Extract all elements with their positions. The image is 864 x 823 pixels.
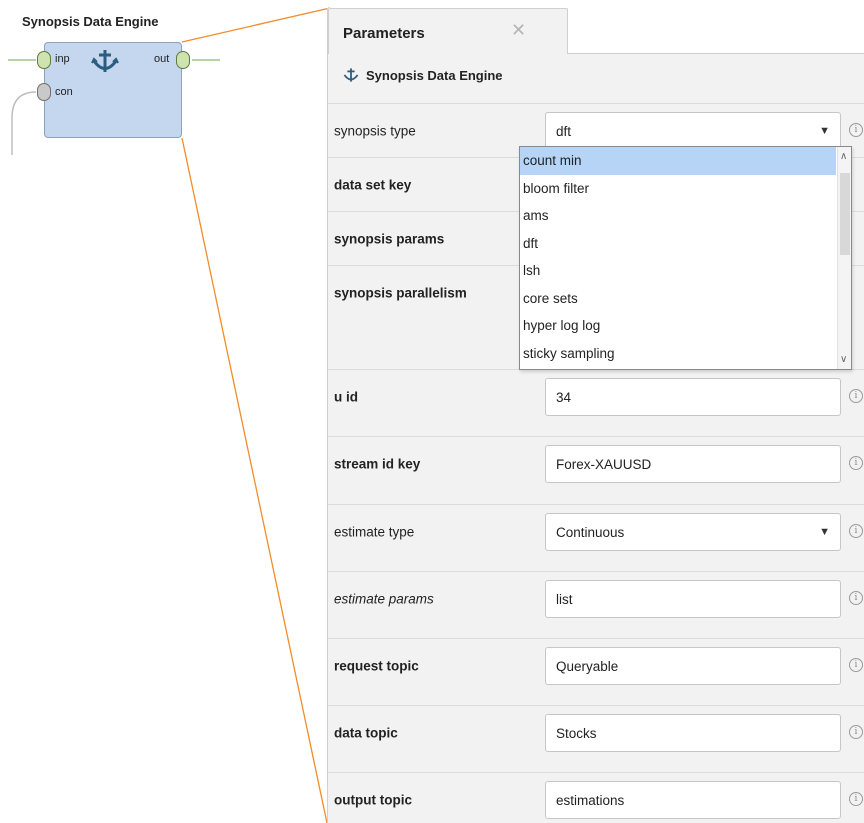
anchor-split-icon xyxy=(91,50,119,72)
input-port[interactable] xyxy=(37,51,51,69)
select-value: Continuous xyxy=(556,524,625,540)
param-label: output topic xyxy=(334,792,412,807)
tab-parameters-label: Parameters xyxy=(343,25,425,42)
con-wire xyxy=(11,91,37,155)
param-label: synopsis parallelism xyxy=(334,285,467,300)
param-label: stream id key xyxy=(334,456,421,471)
dropdown-option[interactable]: count min xyxy=(520,147,836,175)
estimate-type-select[interactable]: Continuous ▼ xyxy=(545,513,841,551)
param-row-output-topic: output topic estimations i xyxy=(328,772,864,823)
param-row-data-topic: data topic Stocks i xyxy=(328,705,864,759)
dropdown-option[interactable]: core sets xyxy=(520,285,836,313)
param-label: synopsis type xyxy=(334,123,416,138)
app-root: Synopsis Data Engine inp out con Paramet… xyxy=(0,0,864,823)
param-label: synopsis params xyxy=(334,231,445,246)
request-topic-input[interactable]: Queryable xyxy=(545,647,841,685)
info-icon[interactable]: i xyxy=(849,725,863,739)
dropdown-scrollbar[interactable]: ∧ ∨ xyxy=(837,147,851,369)
info-icon[interactable]: i xyxy=(849,591,863,605)
scroll-down-icon[interactable]: ∨ xyxy=(840,354,847,365)
dropdown-option[interactable]: ams xyxy=(520,202,836,230)
tab-strip xyxy=(568,8,864,54)
parameters-panel: Parameters ✕ Synopsis Data Engine synops… xyxy=(327,8,864,823)
output-port[interactable] xyxy=(176,51,190,69)
param-label: data topic xyxy=(334,725,398,740)
input-port-label: inp xyxy=(55,53,70,65)
param-row-estimate-params: estimate params list i xyxy=(328,571,864,625)
info-icon[interactable]: i xyxy=(849,658,863,672)
dropdown-option[interactable]: sticky sampling xyxy=(520,340,836,368)
param-label: estimate params xyxy=(334,591,434,606)
param-label: estimate type xyxy=(334,524,415,539)
scrollbar-thumb[interactable] xyxy=(840,173,850,255)
info-icon[interactable]: i xyxy=(849,524,863,538)
operator-header-label: Synopsis Data Engine xyxy=(366,67,503,83)
anchor-split-icon xyxy=(343,68,359,82)
info-icon[interactable]: i xyxy=(849,389,863,403)
param-label: u id xyxy=(334,389,358,404)
operator-title: Synopsis Data Engine xyxy=(22,14,159,29)
zoom-link-top xyxy=(181,7,331,43)
caret-down-icon: ▼ xyxy=(819,125,830,137)
dropdown-option[interactable]: bloom filter xyxy=(520,175,836,203)
param-row-u-id: u id 34 i xyxy=(328,369,864,423)
info-icon[interactable]: i xyxy=(849,123,863,137)
dropdown-option[interactable]: lsh xyxy=(520,257,836,285)
connection-port[interactable] xyxy=(37,83,51,101)
tab-parameters[interactable]: Parameters ✕ xyxy=(328,8,568,54)
output-port-label: out xyxy=(154,53,170,65)
zoom-link-bottom xyxy=(181,137,328,823)
connection-port-label: con xyxy=(55,86,73,98)
param-row-estimate-type: estimate type Continuous ▼ i xyxy=(328,504,864,558)
param-label: data set key xyxy=(334,177,412,192)
dropdown-option[interactable]: dft xyxy=(520,230,836,258)
param-row-stream-id-key: stream id key Forex-XAUUSD i xyxy=(328,436,864,490)
synopsis-type-select[interactable]: dft ▼ xyxy=(545,112,841,150)
caret-down-icon: ▼ xyxy=(819,526,830,538)
dropdown-option[interactable]: hyper log log xyxy=(520,312,836,340)
operator-header: Synopsis Data Engine xyxy=(342,66,503,84)
close-icon[interactable]: ✕ xyxy=(511,20,526,41)
param-row-request-topic: request topic Queryable i xyxy=(328,638,864,692)
synopsis-type-dropdown-list[interactable]: count min bloom filter ams dft lsh core … xyxy=(519,146,852,370)
param-label: request topic xyxy=(334,658,419,673)
u-id-input[interactable]: 34 xyxy=(545,378,841,416)
info-icon[interactable]: i xyxy=(849,456,863,470)
info-icon[interactable]: i xyxy=(849,792,863,806)
select-value: dft xyxy=(556,123,572,139)
stream-id-key-input[interactable]: Forex-XAUUSD xyxy=(545,445,841,483)
data-topic-input[interactable]: Stocks xyxy=(545,714,841,752)
output-topic-input[interactable]: estimations xyxy=(545,781,841,819)
estimate-params-input[interactable]: list xyxy=(545,580,841,618)
scroll-up-icon[interactable]: ∧ xyxy=(840,151,847,162)
